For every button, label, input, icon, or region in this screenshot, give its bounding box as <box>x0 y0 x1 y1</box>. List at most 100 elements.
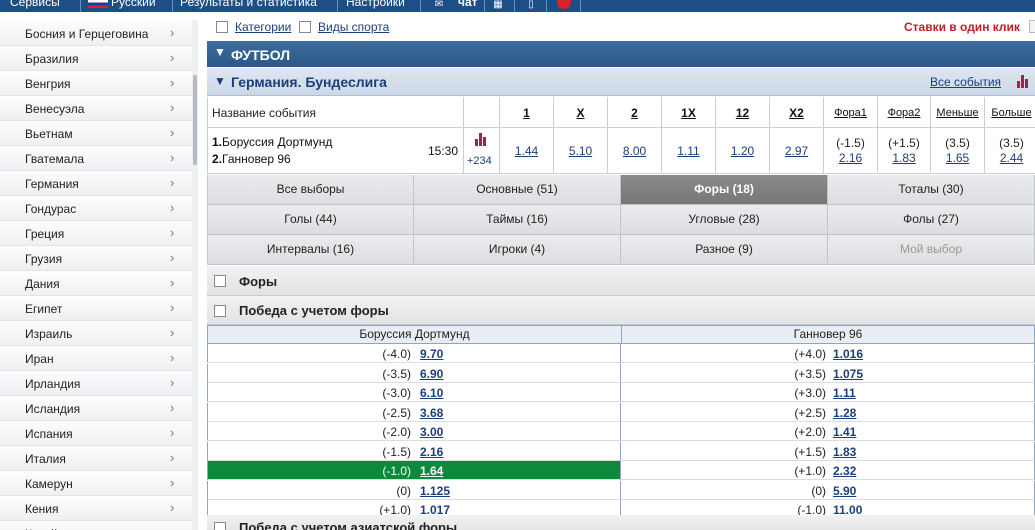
sports-link[interactable]: Виды спорта <box>318 20 389 34</box>
handicap-row-team1[interactable]: (-2.5) 3.68 <box>207 402 621 422</box>
odds-cell[interactable]: 1.44 <box>500 128 554 174</box>
sidebar-item[interactable]: Израиль › <box>0 321 192 346</box>
scrollbar-thumb[interactable] <box>193 75 197 165</box>
sidebar-item[interactable]: Вьетнам › <box>0 121 192 146</box>
sidebar-item[interactable]: Ирландия › <box>0 371 192 396</box>
sports-checkbox[interactable] <box>299 21 311 33</box>
league-header[interactable]: ▼ Германия. Бундеслига Все события <box>207 68 1035 96</box>
handicap-odd[interactable]: 2.16 <box>420 445 443 459</box>
section-handicaps[interactable]: Форы <box>207 266 1035 296</box>
nav-language[interactable]: Русский <box>111 0 156 9</box>
odd-value[interactable]: 2.97 <box>770 144 823 158</box>
handicap-row-team1[interactable]: (-1.0) 1.64 <box>207 461 621 480</box>
sidebar-item[interactable]: Босния и Герцеговина › <box>0 21 192 46</box>
handicap-odd[interactable]: 1.83 <box>878 151 930 165</box>
handicap-odds-cell[interactable]: (3.5) 1.65 <box>931 128 985 174</box>
sidebar-item[interactable]: Иран › <box>0 346 192 371</box>
section-asian-handicap[interactable]: Победа с учетом азиатской форы <box>207 515 1035 530</box>
handicap-odd[interactable]: 1.64 <box>420 464 443 478</box>
chat-icon[interactable]: ✉ <box>430 0 448 12</box>
market-tab[interactable]: Фолы (27) <box>828 205 1035 235</box>
windows-icon[interactable]: ▦ <box>489 0 507 12</box>
handicap-row-team1[interactable]: (-4.0) 9.70 <box>207 344 621 363</box>
odd-value[interactable]: 1.44 <box>500 144 553 158</box>
one-click-bets[interactable]: Ставки в один клик <box>904 20 1020 34</box>
handicap-row-team2[interactable]: (+1.5) 1.83 <box>621 441 1035 461</box>
handicap-odd[interactable]: 3.00 <box>420 425 443 439</box>
sidebar-item[interactable]: Германия › <box>0 171 192 196</box>
handicap-odd[interactable]: 1.125 <box>420 484 450 498</box>
odd-value[interactable]: 8.00 <box>608 144 661 158</box>
nav-results[interactable]: Результаты и статистика <box>180 0 317 9</box>
handicap-row-team2[interactable]: (+3.0) 1.11 <box>621 383 1035 402</box>
odds-cell[interactable]: 2.97 <box>770 128 824 174</box>
handicap-row-team2[interactable]: (+2.0) 1.41 <box>621 422 1035 441</box>
handicap-odd[interactable]: 5.90 <box>833 484 856 498</box>
handicap-odd[interactable]: 3.68 <box>420 406 443 420</box>
stats-chart-icon[interactable] <box>475 132 487 146</box>
all-events-link[interactable]: Все события <box>930 75 1001 89</box>
nav-chat[interactable]: чат <box>458 0 478 9</box>
handicap-row-team2[interactable]: (0) 5.90 <box>621 480 1035 500</box>
handicap-row-team1[interactable]: (-1.5) 2.16 <box>207 441 621 461</box>
market-tab[interactable]: Разное (9) <box>621 235 828 265</box>
more-markets-count[interactable]: +234 <box>467 155 492 167</box>
handicap-odd[interactable]: 1.41 <box>833 425 856 439</box>
sidebar-item[interactable]: Кения › <box>0 496 192 521</box>
market-tab[interactable]: Тоталы (30) <box>828 175 1035 205</box>
odds-cell[interactable]: 5.10 <box>554 128 608 174</box>
market-tab[interactable]: Таймы (16) <box>414 205 621 235</box>
handicap-row-team2[interactable]: (+3.5) 1.075 <box>621 363 1035 383</box>
handicap-odd[interactable]: 6.10 <box>420 386 443 400</box>
categories-checkbox[interactable] <box>216 21 228 33</box>
handicap-odd[interactable]: 2.32 <box>833 464 856 478</box>
handicap-odds-cell[interactable]: (-1.5) 2.16 <box>824 128 878 174</box>
mobile-icon[interactable]: ▯ <box>522 0 540 12</box>
handicap-row-team1[interactable]: (-3.5) 6.90 <box>207 363 621 383</box>
handicap-odd[interactable]: 1.11 <box>833 386 856 400</box>
market-tab[interactable]: Мой выбор <box>828 235 1035 265</box>
odd-value[interactable]: 5.10 <box>554 144 607 158</box>
sport-header[interactable]: ▼ ФУТБОЛ <box>207 41 1035 67</box>
market-tab[interactable]: Все выборы <box>207 175 414 205</box>
sidebar-item[interactable]: Испания › <box>0 421 192 446</box>
sidebar-scrollbar[interactable] <box>192 20 198 530</box>
handicap-odd[interactable]: 1.075 <box>833 367 863 381</box>
sidebar-item[interactable]: Дания › <box>0 271 192 296</box>
market-tab[interactable]: Игроки (4) <box>414 235 621 265</box>
nav-services[interactable]: Сервисы <box>10 0 60 9</box>
handicap-odd[interactable]: 1.28 <box>833 406 856 420</box>
app-icon[interactable] <box>557 0 571 9</box>
handicap-row-team1[interactable]: (-2.0) 3.00 <box>207 422 621 441</box>
handicap-odds-cell[interactable]: (3.5) 2.44 <box>985 128 1035 174</box>
sidebar-item[interactable]: Египет › <box>0 296 192 321</box>
sidebar-item[interactable]: Грузия › <box>0 246 192 271</box>
sidebar-item[interactable]: Греция › <box>0 221 192 246</box>
handicap-row-team1[interactable]: (-3.0) 6.10 <box>207 383 621 402</box>
handicap-odd[interactable]: 9.70 <box>420 347 443 361</box>
handicap-odds-cell[interactable]: (+1.5) 1.83 <box>878 128 931 174</box>
event-cell[interactable]: 1.Боруссия Дортмунд 2.Ганновер 96 15:30 <box>207 128 464 174</box>
handicap-row-team2[interactable]: (+4.0) 1.016 <box>621 344 1035 363</box>
categories-link[interactable]: Категории <box>235 20 291 34</box>
market-tab[interactable]: Угловые (28) <box>621 205 828 235</box>
market-tab[interactable]: Основные (51) <box>414 175 621 205</box>
sidebar-item[interactable]: Венгрия › <box>0 71 192 96</box>
section-handicaps-checkbox[interactable] <box>214 275 226 287</box>
handicap-odd[interactable]: 1.83 <box>833 445 856 459</box>
handicap-odd[interactable]: 1.65 <box>931 151 984 165</box>
odd-value[interactable]: 1.20 <box>716 144 769 158</box>
odds-cell[interactable]: 1.11 <box>662 128 716 174</box>
sidebar-item[interactable]: Гватемала › <box>0 146 192 171</box>
handicap-odd[interactable]: 2.44 <box>985 151 1035 165</box>
nav-settings[interactable]: Настройки <box>346 0 405 9</box>
handicap-row-team1[interactable]: (0) 1.125 <box>207 480 621 500</box>
sidebar-item[interactable]: Исландия › <box>0 396 192 421</box>
market-tab[interactable]: Голы (44) <box>207 205 414 235</box>
odd-value[interactable]: 1.11 <box>662 144 715 158</box>
handicap-row-team2[interactable]: (+2.5) 1.28 <box>621 402 1035 422</box>
sidebar-item[interactable]: Бразилия › <box>0 46 192 71</box>
sidebar-item[interactable]: Венесуэла › <box>0 96 192 121</box>
stats-chart-icon[interactable] <box>1017 74 1029 88</box>
section-asian-checkbox[interactable] <box>214 522 226 530</box>
